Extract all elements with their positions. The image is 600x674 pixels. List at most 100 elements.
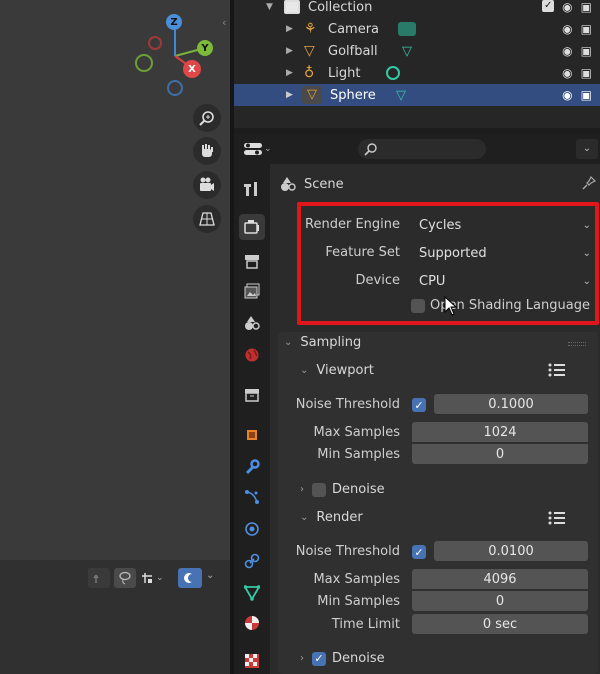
collapse-arrow[interactable]: ‹ (222, 16, 226, 29)
camera-render-icon[interactable]: ▣ (581, 44, 592, 58)
undo-arrow-icon[interactable] (88, 568, 110, 588)
outliner-item-label: Camera (328, 21, 380, 37)
outliner-row-camera[interactable]: ▶ ⚘ Camera ◉ ▣ (234, 18, 600, 40)
view-layer-tab-icon[interactable] (239, 278, 265, 304)
lasso-icon[interactable] (114, 568, 136, 588)
expand-caret-icon[interactable]: ▶ (286, 68, 293, 78)
render-min-samples-field[interactable]: 0 (412, 591, 588, 611)
render-subpanel-header[interactable]: ⌄ Render (300, 510, 363, 525)
overlay-dropdown-icon[interactable]: ⌄ (206, 570, 214, 581)
expand-caret-icon[interactable]: ▶ (286, 24, 293, 34)
gizmo-neg-z[interactable] (167, 80, 183, 96)
visibility-controls: ◉ ▣ (562, 44, 592, 58)
world-tab-icon[interactable] (239, 342, 265, 368)
material-tab-icon[interactable] (239, 610, 265, 636)
eye-icon[interactable]: ◉ (562, 66, 572, 80)
render-tab-icon[interactable] (239, 214, 265, 240)
render-denoise-checkbox[interactable]: ✓ (312, 651, 326, 666)
list-menu-icon[interactable] (548, 510, 566, 529)
outliner[interactable]: ▼ Collection ✓ ◉ ▣ ▶ ⚘ Camera ◉ ▣ ▶ ▽ Go… (234, 0, 600, 128)
render-denoise-label: Denoise (332, 651, 385, 666)
chevron-down-icon: ⌄ (300, 365, 309, 376)
eye-icon[interactable]: ◉ (562, 88, 572, 102)
camera-data-icon (398, 22, 416, 36)
camera-render-icon[interactable]: ▣ (581, 66, 592, 80)
mesh-data-icon: ▽ (396, 87, 406, 103)
viewport-subpanel-header[interactable]: ⌄ Viewport (300, 363, 374, 378)
modifier-wrench-icon[interactable] (239, 454, 265, 480)
time-limit-label: Time Limit (331, 617, 400, 632)
gizmo-neg-y[interactable] (135, 54, 153, 72)
render-title: Render (316, 510, 363, 525)
gizmo-y-axis[interactable]: Y (197, 40, 213, 56)
viewport-noise-threshold-field[interactable]: 0.1000 (434, 394, 588, 414)
tool-tab-icon[interactable] (239, 176, 265, 202)
render-noise-threshold-checkbox[interactable]: ✓ (412, 545, 426, 559)
camera-render-icon[interactable]: ▣ (581, 22, 592, 36)
list-menu-icon[interactable] (548, 362, 566, 381)
expand-caret-icon[interactable]: ▼ (266, 2, 273, 12)
navigation-gizmo[interactable]: Z Y X (130, 10, 222, 102)
3d-viewport[interactable]: ‹ Z Y X (0, 0, 230, 560)
physics-tab-icon[interactable] (239, 516, 265, 542)
chevron-right-icon: › (300, 484, 304, 495)
render-noise-threshold-label: Noise Threshold (295, 544, 400, 559)
particles-tab-icon[interactable] (239, 484, 265, 510)
chevron-right-icon: › (300, 653, 304, 664)
constraints-tab-icon[interactable] (239, 548, 265, 574)
viewport-denoise-header[interactable]: › Denoise (300, 482, 385, 497)
gizmo-x-axis[interactable]: X (183, 60, 201, 78)
time-limit-field[interactable]: 0 sec (412, 614, 588, 634)
sampling-panel-header[interactable]: ⌄ Sampling (284, 335, 361, 350)
viewport-noise-threshold-checkbox[interactable]: ✓ (412, 398, 426, 412)
viewport-max-samples-field[interactable]: 1024 (412, 422, 588, 442)
render-max-samples-field[interactable]: 4096 (412, 569, 588, 589)
context-label: Scene (304, 177, 344, 192)
outliner-collection-row[interactable]: ▼ Collection ✓ ◉ ▣ (234, 0, 600, 18)
eye-icon[interactable]: ◉ (562, 44, 572, 58)
outliner-row-golfball[interactable]: ▶ ▽ Golfball ▽ ◉ ▣ (234, 40, 600, 62)
overlay-toggle-icon[interactable] (178, 568, 202, 588)
camera-render-icon[interactable]: ▣ (581, 88, 592, 102)
pan-hand-icon[interactable] (193, 137, 221, 165)
viewport-noise-threshold-label: Noise Threshold (295, 397, 400, 412)
texture-tab-icon[interactable] (239, 648, 265, 674)
gizmo-neg-x[interactable] (148, 36, 162, 50)
collection-label: Collection (308, 0, 373, 15)
eye-icon[interactable]: ◉ (562, 0, 572, 14)
collection-tab-icon[interactable] (239, 382, 265, 408)
search-icon (364, 143, 377, 156)
pin-icon[interactable] (582, 175, 597, 193)
data-tab-icon[interactable] (239, 580, 265, 606)
expand-caret-icon[interactable]: ▶ (286, 90, 293, 100)
zoom-icon[interactable] (193, 104, 221, 132)
options-dropdown[interactable]: ⌄ (576, 139, 598, 159)
chevron-down-icon: ⌄ (284, 337, 293, 348)
render-denoise-header[interactable]: › ✓ Denoise (300, 651, 385, 666)
editor-type-button[interactable]: ⌄ (244, 139, 278, 159)
camera-render-icon[interactable]: ▣ (581, 0, 592, 14)
checkbox-icon[interactable]: ✓ (542, 0, 555, 12)
output-tab-icon[interactable] (239, 248, 265, 274)
render-noise-threshold-field[interactable]: 0.0100 (434, 541, 588, 561)
outliner-row-light[interactable]: ▶ ♁ Light ◉ ▣ (234, 62, 600, 84)
snap-icon[interactable]: ⌄ (140, 568, 170, 588)
perspective-grid-icon[interactable] (193, 205, 221, 233)
chevron-down-icon: ⌄ (300, 512, 309, 523)
highlight-box (297, 202, 599, 325)
viewport-min-samples-field[interactable]: 0 (412, 444, 588, 464)
viewport-denoise-checkbox[interactable] (312, 482, 326, 497)
camera-view-icon[interactable] (193, 171, 221, 199)
properties-header: ⌄ ⌄ (234, 134, 600, 164)
expand-caret-icon[interactable]: ▶ (286, 46, 293, 56)
object-tab-icon[interactable] (239, 422, 265, 448)
visibility-controls: ✓ ◉ ▣ (542, 0, 592, 14)
eye-icon[interactable]: ◉ (562, 22, 572, 36)
drag-handle[interactable] (568, 342, 586, 346)
render-max-samples-label: Max Samples (313, 572, 400, 587)
viewport-title: Viewport (316, 363, 374, 378)
scene-tab-icon[interactable] (239, 310, 265, 336)
gizmo-z-axis[interactable]: Z (166, 14, 182, 30)
search-input[interactable] (358, 139, 486, 159)
outliner-row-sphere[interactable]: ▶ ▽ Sphere ▽ ◉ ▣ (234, 84, 600, 106)
